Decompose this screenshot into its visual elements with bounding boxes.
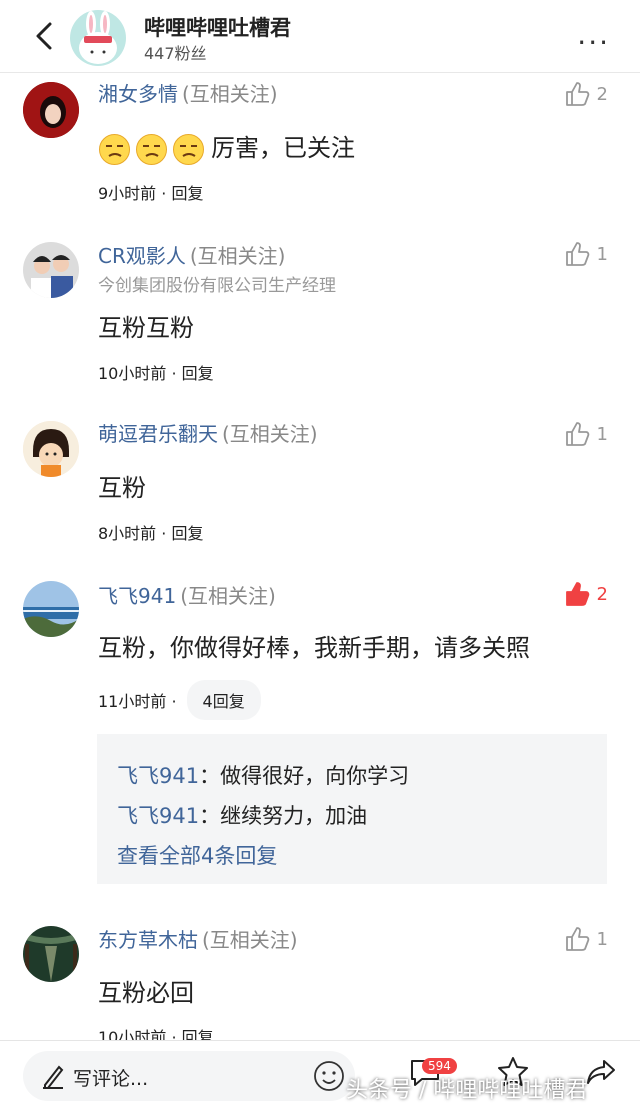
comment-text-content: 厉害，已关注 xyxy=(211,134,355,162)
like-count: 2 xyxy=(596,83,608,105)
reply-author[interactable]: 飞飞941 xyxy=(117,764,199,788)
top-bar: 哔哩哔哩吐槽君 447粉丝 ··· xyxy=(0,0,640,73)
reply-count-button[interactable]: 4回复 xyxy=(186,680,261,720)
comment-text: 厉害，已关注 xyxy=(98,128,355,166)
comment-input[interactable]: 写评论... xyxy=(23,1051,355,1101)
share-icon[interactable] xyxy=(584,1055,618,1089)
user-avatar[interactable] xyxy=(23,82,79,138)
comment-time: 11小时前 · xyxy=(98,692,177,711)
reply-item: 飞飞941：做得很好，向你学习 xyxy=(117,760,409,790)
reply-item: 飞飞941：继续努力，加油 xyxy=(117,800,367,830)
bunny-logo-icon xyxy=(79,11,117,64)
smirk-emoji-icon xyxy=(173,133,204,165)
reply-text: ：做得很好，向你学习 xyxy=(199,764,410,788)
author-avatar[interactable] xyxy=(70,10,126,66)
like-count: 1 xyxy=(596,423,608,445)
comment-author[interactable]: 萌逗君乐翻天 (互相关注) xyxy=(98,418,318,447)
user-avatar[interactable] xyxy=(23,581,79,637)
user-avatar[interactable] xyxy=(23,242,79,298)
mutual-follow-tag: (互相关注) xyxy=(222,422,318,446)
avatar-image xyxy=(23,421,79,477)
thumbs-up-icon xyxy=(565,242,589,266)
thumbs-up-filled-icon xyxy=(565,582,589,606)
like-button[interactable]: 1 xyxy=(563,420,608,448)
like-count: 1 xyxy=(596,928,608,950)
like-count: 2 xyxy=(596,583,608,605)
follower-count: 447粉丝 xyxy=(144,44,207,63)
mutual-follow-tag: (互相关注) xyxy=(182,82,278,106)
comment-meta[interactable]: 10小时前 · 回复 xyxy=(98,360,214,384)
smirk-emoji-icon xyxy=(99,133,130,165)
comment-meta: 11小时前 · 4回复 xyxy=(98,680,261,720)
avatar-image xyxy=(23,926,79,982)
reply-preview-box[interactable]: 飞飞941：做得很好，向你学习 飞飞941：继续努力，加油 查看全部4条回复 xyxy=(97,734,607,884)
mutual-follow-tag: (互相关注) xyxy=(189,244,286,268)
thumbs-up-icon xyxy=(565,927,589,951)
thumbs-up-icon xyxy=(565,422,589,446)
avatar-image xyxy=(23,581,79,637)
user-avatar[interactable] xyxy=(23,421,79,477)
comment-placeholder: 写评论... xyxy=(73,1068,149,1090)
pen-icon xyxy=(43,1065,64,1089)
thumbs-up-icon xyxy=(565,82,589,106)
like-button[interactable]: 1 xyxy=(563,240,608,268)
view-all-replies-link[interactable]: 查看全部4条回复 xyxy=(117,840,277,870)
user-title: 今创集团股份有限公司生产经理 xyxy=(98,276,336,296)
like-button[interactable]: 2 xyxy=(563,580,608,608)
like-count: 1 xyxy=(596,243,608,265)
avatar-image xyxy=(23,242,79,298)
comment-text: 互粉 xyxy=(98,474,146,502)
comment-author[interactable]: 飞飞941 (互相关注) xyxy=(98,580,276,609)
like-button[interactable]: 2 xyxy=(563,80,608,108)
reply-text: ：继续努力，加油 xyxy=(199,804,368,828)
author-name[interactable]: 哔哩哔哩吐槽君 xyxy=(144,12,291,42)
mutual-follow-tag: (互相关注) xyxy=(180,584,276,608)
user-avatar[interactable] xyxy=(23,926,79,982)
comment-text: 互粉必回 xyxy=(98,979,194,1007)
avatar-image xyxy=(23,82,79,138)
emoji-picker-icon[interactable] xyxy=(313,1060,345,1092)
comment-text: 互粉互粉 xyxy=(98,314,194,342)
comment-author[interactable]: CR观影人 (互相关注) xyxy=(98,240,285,269)
comment-author[interactable]: 湘女多情 (互相关注) xyxy=(98,78,278,107)
watermark: 头条号 / 哔哩哔哩吐槽君 xyxy=(346,1078,588,1103)
back-arrow-icon[interactable] xyxy=(28,18,64,54)
reply-author[interactable]: 飞飞941 xyxy=(117,804,199,828)
more-options-icon[interactable]: ··· xyxy=(577,26,610,59)
mutual-follow-tag: (互相关注) xyxy=(202,928,298,952)
comment-meta[interactable]: 9小时前 · 回复 xyxy=(98,180,203,204)
comment-author[interactable]: 东方草木枯 (互相关注) xyxy=(98,924,298,953)
comment-text: 互粉，你做得好棒，我新手期，请多关照 xyxy=(98,634,530,662)
smirk-emoji-icon xyxy=(136,133,167,165)
like-button[interactable]: 1 xyxy=(563,925,608,953)
comment-meta[interactable]: 8小时前 · 回复 xyxy=(98,520,203,544)
